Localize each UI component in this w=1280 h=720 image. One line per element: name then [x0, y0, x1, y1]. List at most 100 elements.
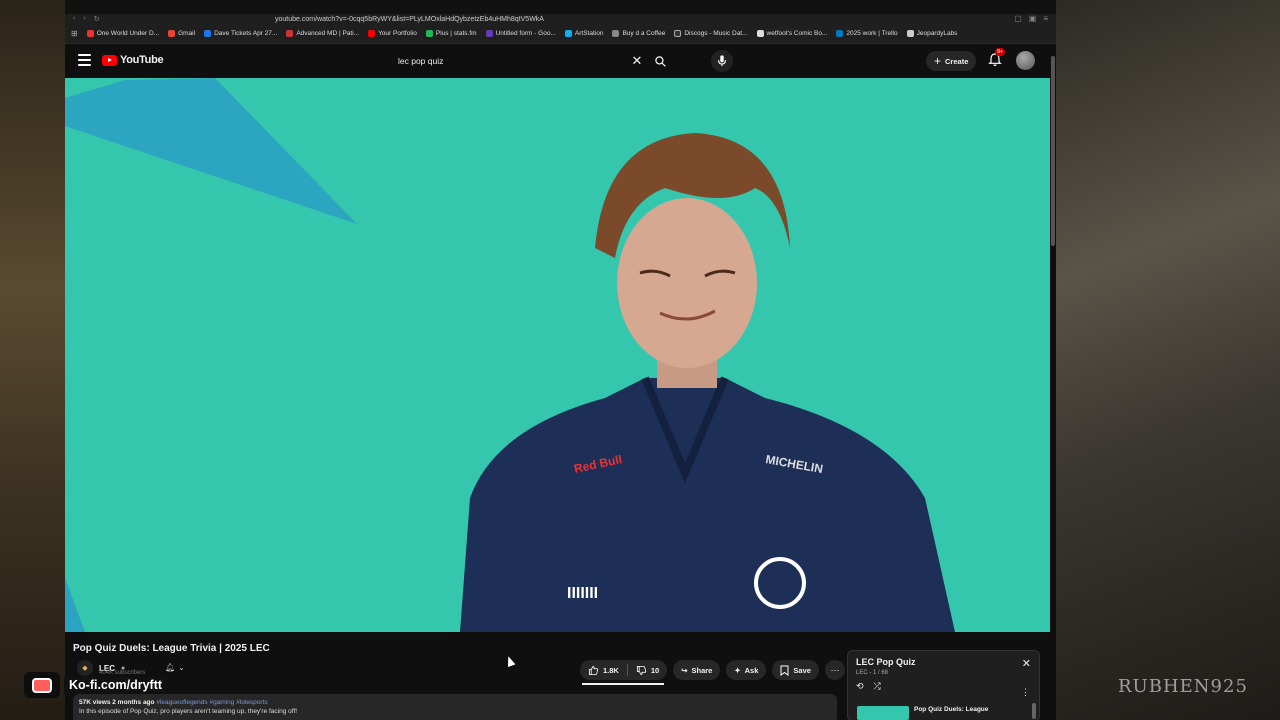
subscription-bell-button[interactable]: 🔔︎ ⌄ — [165, 663, 185, 672]
bookmark-item[interactable]: 2025 work | Trello — [836, 30, 898, 37]
account-avatar[interactable] — [1016, 51, 1035, 70]
bookmark-label: Gmail — [178, 30, 196, 37]
playlist-title[interactable]: LEC Pop Quiz — [856, 657, 1031, 667]
dislike-button[interactable]: 10 — [628, 660, 667, 680]
bookmark-label: Advanced MD | Pati... — [296, 30, 360, 37]
ask-button[interactable]: ✦ Ask — [726, 660, 767, 680]
like-dislike-group: 1.8K 10 — [580, 660, 668, 680]
reload-icon[interactable]: ↻ — [94, 15, 100, 23]
playlist-item-thumbnail — [857, 706, 909, 720]
save-label: Save — [793, 665, 811, 675]
menu-icon[interactable]: ≡ — [1043, 14, 1048, 23]
shuffle-icon[interactable]: ⤮ — [874, 681, 881, 692]
bookmark-label: ArtStation — [574, 30, 604, 37]
more-actions-icon[interactable]: ⋯ — [824, 660, 845, 680]
trello-icon — [836, 30, 844, 37]
discogs-icon — [674, 30, 682, 37]
bookmark-icon — [286, 30, 294, 37]
hamburger-menu-icon[interactable] — [78, 54, 91, 66]
stream-background-right — [1056, 0, 1280, 720]
url-text[interactable]: youtube.com/watch?v=-0cqq5bRyWY&list=PLy… — [275, 16, 544, 23]
create-label: Create — [945, 56, 969, 66]
video-actions: 1.8K 10 ↪ Share ✦ Ask Save ⋯ — [580, 660, 845, 680]
upload-date: 2 months ago — [112, 699, 155, 706]
bookmark-label: JeopardyLabs — [916, 30, 958, 37]
video-player[interactable]: Red Bull MICHELIN IIIIIII — [65, 78, 1050, 632]
bookmark-label: wetfoot's Comic Bo... — [766, 30, 828, 37]
bookmark-label: Buy d a Coffee — [622, 30, 666, 37]
close-icon[interactable]: ✕ — [1022, 657, 1031, 670]
page-scrollbar[interactable] — [1050, 48, 1056, 720]
url-bar[interactable]: ‹ › ↻ youtube.com/watch?v=-0cqq5bRyWY&li… — [65, 14, 1056, 24]
stream-background-left — [0, 0, 65, 720]
youtube-logo[interactable]: YouTube — [102, 54, 164, 66]
video-title: Pop Quiz Duels: League Trivia | 2025 LEC — [73, 643, 270, 654]
clear-search-icon[interactable]: ✕ — [626, 53, 648, 69]
nav-buttons: ‹ › ↻ — [65, 15, 275, 23]
search-input[interactable]: lec pop quiz — [390, 56, 626, 66]
chevron-down-icon: ⌄ — [178, 663, 185, 672]
bookmark-label: Plus | stats.fm — [435, 30, 477, 37]
bookmark-item[interactable]: Buy d a Coffee — [612, 30, 665, 37]
playlist-controls: ⟲ ⤮ — [856, 681, 1031, 692]
facebook-icon — [204, 30, 212, 37]
share-icon: ↪ — [681, 665, 688, 675]
stream-watermark: RUBHEN925 — [1118, 676, 1248, 697]
bookmark-item[interactable]: Plus | stats.fm — [425, 30, 477, 37]
bookmark-item[interactable]: One World Under D... — [86, 30, 160, 37]
bookmark-icon — [906, 30, 914, 37]
kofi-overlay: Ko-fi.com/dryftt — [24, 672, 168, 698]
artstation-icon — [564, 30, 572, 37]
bookmark-label: Discogs - Music Dat... — [684, 30, 748, 37]
playlist-position: LEC - 1 / 68 — [856, 670, 889, 676]
description-box[interactable]: 57K views 2 months ago #leagueoflegends … — [73, 694, 837, 720]
dislike-count: 10 — [650, 665, 660, 675]
back-icon[interactable]: ‹ — [73, 15, 75, 23]
bookmark-item[interactable]: wetfoot's Comic Bo... — [756, 30, 828, 37]
playlist-item[interactable]: Pop Quiz Duels: League — [857, 706, 988, 720]
bookmark-label: Your Portfolio — [378, 30, 417, 37]
playlist-item-title: Pop Quiz Duels: League — [914, 706, 989, 713]
ask-label: Ask — [744, 665, 759, 675]
search-icon — [654, 55, 666, 67]
playlist-scrollbar[interactable] — [1032, 703, 1036, 719]
bookmark-item[interactable]: JeopardyLabs — [906, 30, 958, 37]
svg-text:IIIIIII: IIIIIII — [567, 585, 598, 602]
thumbs-down-icon — [636, 665, 647, 675]
loop-icon[interactable]: ⟲ — [856, 681, 864, 692]
bookmark-item[interactable]: Gmail — [168, 30, 195, 37]
forward-icon[interactable]: › — [83, 15, 85, 23]
bookmark-item[interactable]: Your Portfolio — [368, 30, 417, 37]
coffee-icon — [612, 30, 620, 37]
bookmark-icon — [756, 30, 764, 37]
bookmark-item[interactable]: Untitled form - Goo... — [485, 30, 556, 37]
like-count: 1.8K — [603, 665, 619, 675]
bookmark-item[interactable]: Dave Tickets Apr 27... — [204, 30, 277, 37]
bookmark-item[interactable]: ArtStation — [564, 30, 604, 37]
extension-icon[interactable]: ▢ — [1014, 14, 1022, 23]
bookmark-label: One World Under D... — [96, 30, 160, 37]
search-box: lec pop quiz ✕ — [390, 49, 672, 73]
bell-icon: 🔔︎ — [165, 663, 176, 672]
bookmark-item[interactable]: Discogs - Music Dat... — [674, 30, 748, 37]
extension-icon[interactable]: ▣ — [1029, 14, 1037, 23]
bookmark-item[interactable]: Advanced MD | Pati... — [286, 30, 359, 37]
share-button[interactable]: ↪ Share — [673, 660, 721, 680]
video-frame: Red Bull MICHELIN IIIIIII — [65, 78, 955, 632]
playlist-menu-icon[interactable]: ⋮ — [1021, 687, 1030, 698]
description-text: In this episode of Pop Quiz, pro players… — [79, 708, 298, 715]
sparkle-icon: ✦ — [734, 665, 741, 675]
bookmark-icon — [86, 30, 94, 37]
bookmark-label: 2025 work | Trello — [846, 30, 898, 37]
apps-grid-icon[interactable]: ⊞ — [71, 29, 78, 38]
voice-search-button[interactable] — [711, 50, 733, 72]
like-button[interactable]: 1.8K — [580, 660, 627, 680]
create-button[interactable]: + Create — [926, 51, 977, 71]
scrollbar-thumb[interactable] — [1051, 56, 1055, 246]
thumbs-up-icon — [588, 665, 599, 675]
save-button[interactable]: Save — [772, 660, 819, 680]
kofi-cup-icon — [24, 672, 60, 698]
search-button[interactable] — [648, 49, 672, 73]
bookmark-label: Dave Tickets Apr 27... — [214, 30, 278, 37]
hashtags[interactable]: #leagueoflegends #gaming #lolesports — [156, 699, 267, 706]
